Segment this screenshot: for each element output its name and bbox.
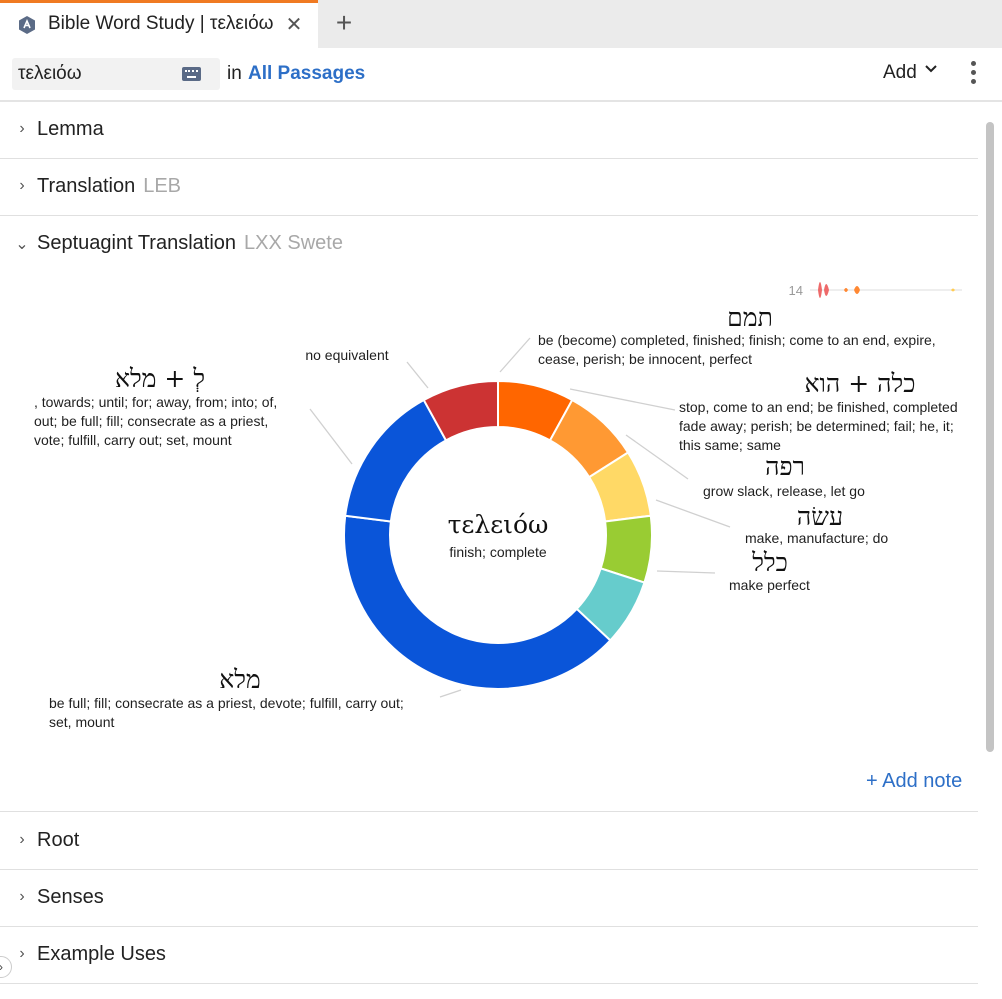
section-senses[interactable]: › Senses xyxy=(0,870,978,927)
gloss-label: cease, perish; be innocent, perfect xyxy=(538,351,752,367)
section-title: Root xyxy=(37,829,80,851)
gloss-label: be full; fill; consecrate as a priest, d… xyxy=(49,695,404,711)
section-title-text: Translation xyxy=(37,175,136,197)
gloss-label: , towards; until; for; away, from; into;… xyxy=(34,394,277,410)
tab-title: Bible Word Study | τελειόω xyxy=(48,13,274,34)
chevron-down-icon: ⌄ xyxy=(15,236,29,253)
chevron-right-icon: › xyxy=(19,120,25,137)
gloss-label: make perfect xyxy=(729,577,810,593)
add-button[interactable]: Add xyxy=(883,62,917,84)
chevron-right-icon: › xyxy=(19,177,25,194)
chevron-right-icon: › xyxy=(19,831,25,848)
gloss-label: be (become) completed, finished; finish;… xyxy=(538,332,936,348)
in-label: in xyxy=(227,63,242,84)
septuagint-donut-chart: תמםbe (become) completed, finished; fini… xyxy=(34,282,962,730)
hebrew-lemma-label[interactable]: מלא xyxy=(219,665,261,694)
leader-line xyxy=(655,499,731,528)
close-icon[interactable]: ✕ xyxy=(283,14,305,36)
section-translation[interactable]: › Translation LEB xyxy=(0,159,978,216)
hebrew-lemma-label[interactable]: לְ + מלא xyxy=(115,364,205,393)
section-subtitle[interactable]: LEB xyxy=(143,175,181,197)
scrollbar[interactable] xyxy=(986,122,994,752)
gloss-label: stop, come to an end; be finished, compl… xyxy=(679,399,958,415)
section-title: Translation LEB xyxy=(37,175,181,198)
center-word: τελειόω xyxy=(448,510,549,539)
timeline-spike[interactable] xyxy=(824,284,829,296)
donut-slice[interactable] xyxy=(343,514,612,690)
section-subtitle[interactable]: LXX Swete xyxy=(244,232,343,254)
hebrew-lemma-label[interactable]: כלה + הוא xyxy=(805,369,916,398)
section-lemma[interactable]: › Lemma xyxy=(0,102,978,159)
search-row: in All Passages Add xyxy=(0,48,1002,102)
leader-line xyxy=(406,361,429,389)
chevron-right-icon: › xyxy=(19,945,25,962)
gloss-label: fade away; perish; be determined; fail; … xyxy=(679,418,954,434)
leader-line xyxy=(656,570,716,574)
timeline-count: 14 xyxy=(789,283,803,298)
leader-line xyxy=(499,337,531,373)
new-tab-button[interactable]: + xyxy=(330,9,358,38)
hebrew-lemma-label[interactable]: כלל xyxy=(751,548,788,577)
hebrew-lemma-label[interactable]: עשׂה xyxy=(797,502,843,531)
section-root[interactable]: › Root xyxy=(0,813,978,870)
gloss-label: set, mount xyxy=(49,714,114,730)
center-gloss: finish; complete xyxy=(449,544,546,560)
septuagint-chart-panel: תמם be (become) completed, finished; fini… xyxy=(0,272,978,812)
leader-line xyxy=(569,388,676,411)
logos-app-icon xyxy=(19,16,35,34)
donut-slice[interactable] xyxy=(344,398,448,523)
chevron-down-icon[interactable] xyxy=(924,62,938,79)
section-title: Senses xyxy=(37,886,104,908)
gloss-label: no equivalent xyxy=(305,347,388,363)
timeline-spike[interactable] xyxy=(951,288,955,292)
section-title-text: Septuagint Translation xyxy=(37,232,237,254)
section-title: Lemma xyxy=(37,118,104,140)
chevron-right-icon: › xyxy=(19,888,25,905)
hebrew-lemma-label[interactable]: רפה xyxy=(765,452,805,481)
gloss-label: this same; same xyxy=(679,437,781,453)
gloss-label: grow slack, release, let go xyxy=(703,483,865,499)
leader-line xyxy=(309,408,353,465)
section-septuagint-translation[interactable]: ⌄ Septuagint Translation LXX Swete xyxy=(0,216,978,273)
section-title: Example Uses xyxy=(37,943,166,965)
timeline-spike[interactable] xyxy=(854,286,860,294)
keyboard-icon[interactable] xyxy=(182,67,201,81)
leader-line xyxy=(439,689,462,698)
tab-bible-word-study[interactable]: Bible Word Study | τελειόω ✕ xyxy=(0,0,318,48)
gloss-label: vote; fulfill, carry out; set, mount xyxy=(34,432,232,448)
search-box xyxy=(12,58,220,90)
add-note-button[interactable]: + Add note xyxy=(866,770,962,793)
timeline-spike[interactable] xyxy=(844,288,848,292)
timeline-spike[interactable] xyxy=(818,282,822,298)
gloss-label: make, manufacture; do xyxy=(745,530,888,546)
search-input[interactable] xyxy=(18,61,178,87)
section-example-uses[interactable]: › Example Uses xyxy=(0,927,978,984)
more-options-icon[interactable] xyxy=(966,61,980,89)
gloss-label: out; be full; fill; consecrate as a prie… xyxy=(34,413,268,429)
hebrew-lemma-label[interactable]: תמם xyxy=(727,303,773,332)
section-title: Septuagint Translation LXX Swete xyxy=(37,232,343,255)
passages-scope-link[interactable]: All Passages xyxy=(248,63,365,85)
tab-bar: Bible Word Study | τελειόω ✕ + xyxy=(0,0,1002,48)
